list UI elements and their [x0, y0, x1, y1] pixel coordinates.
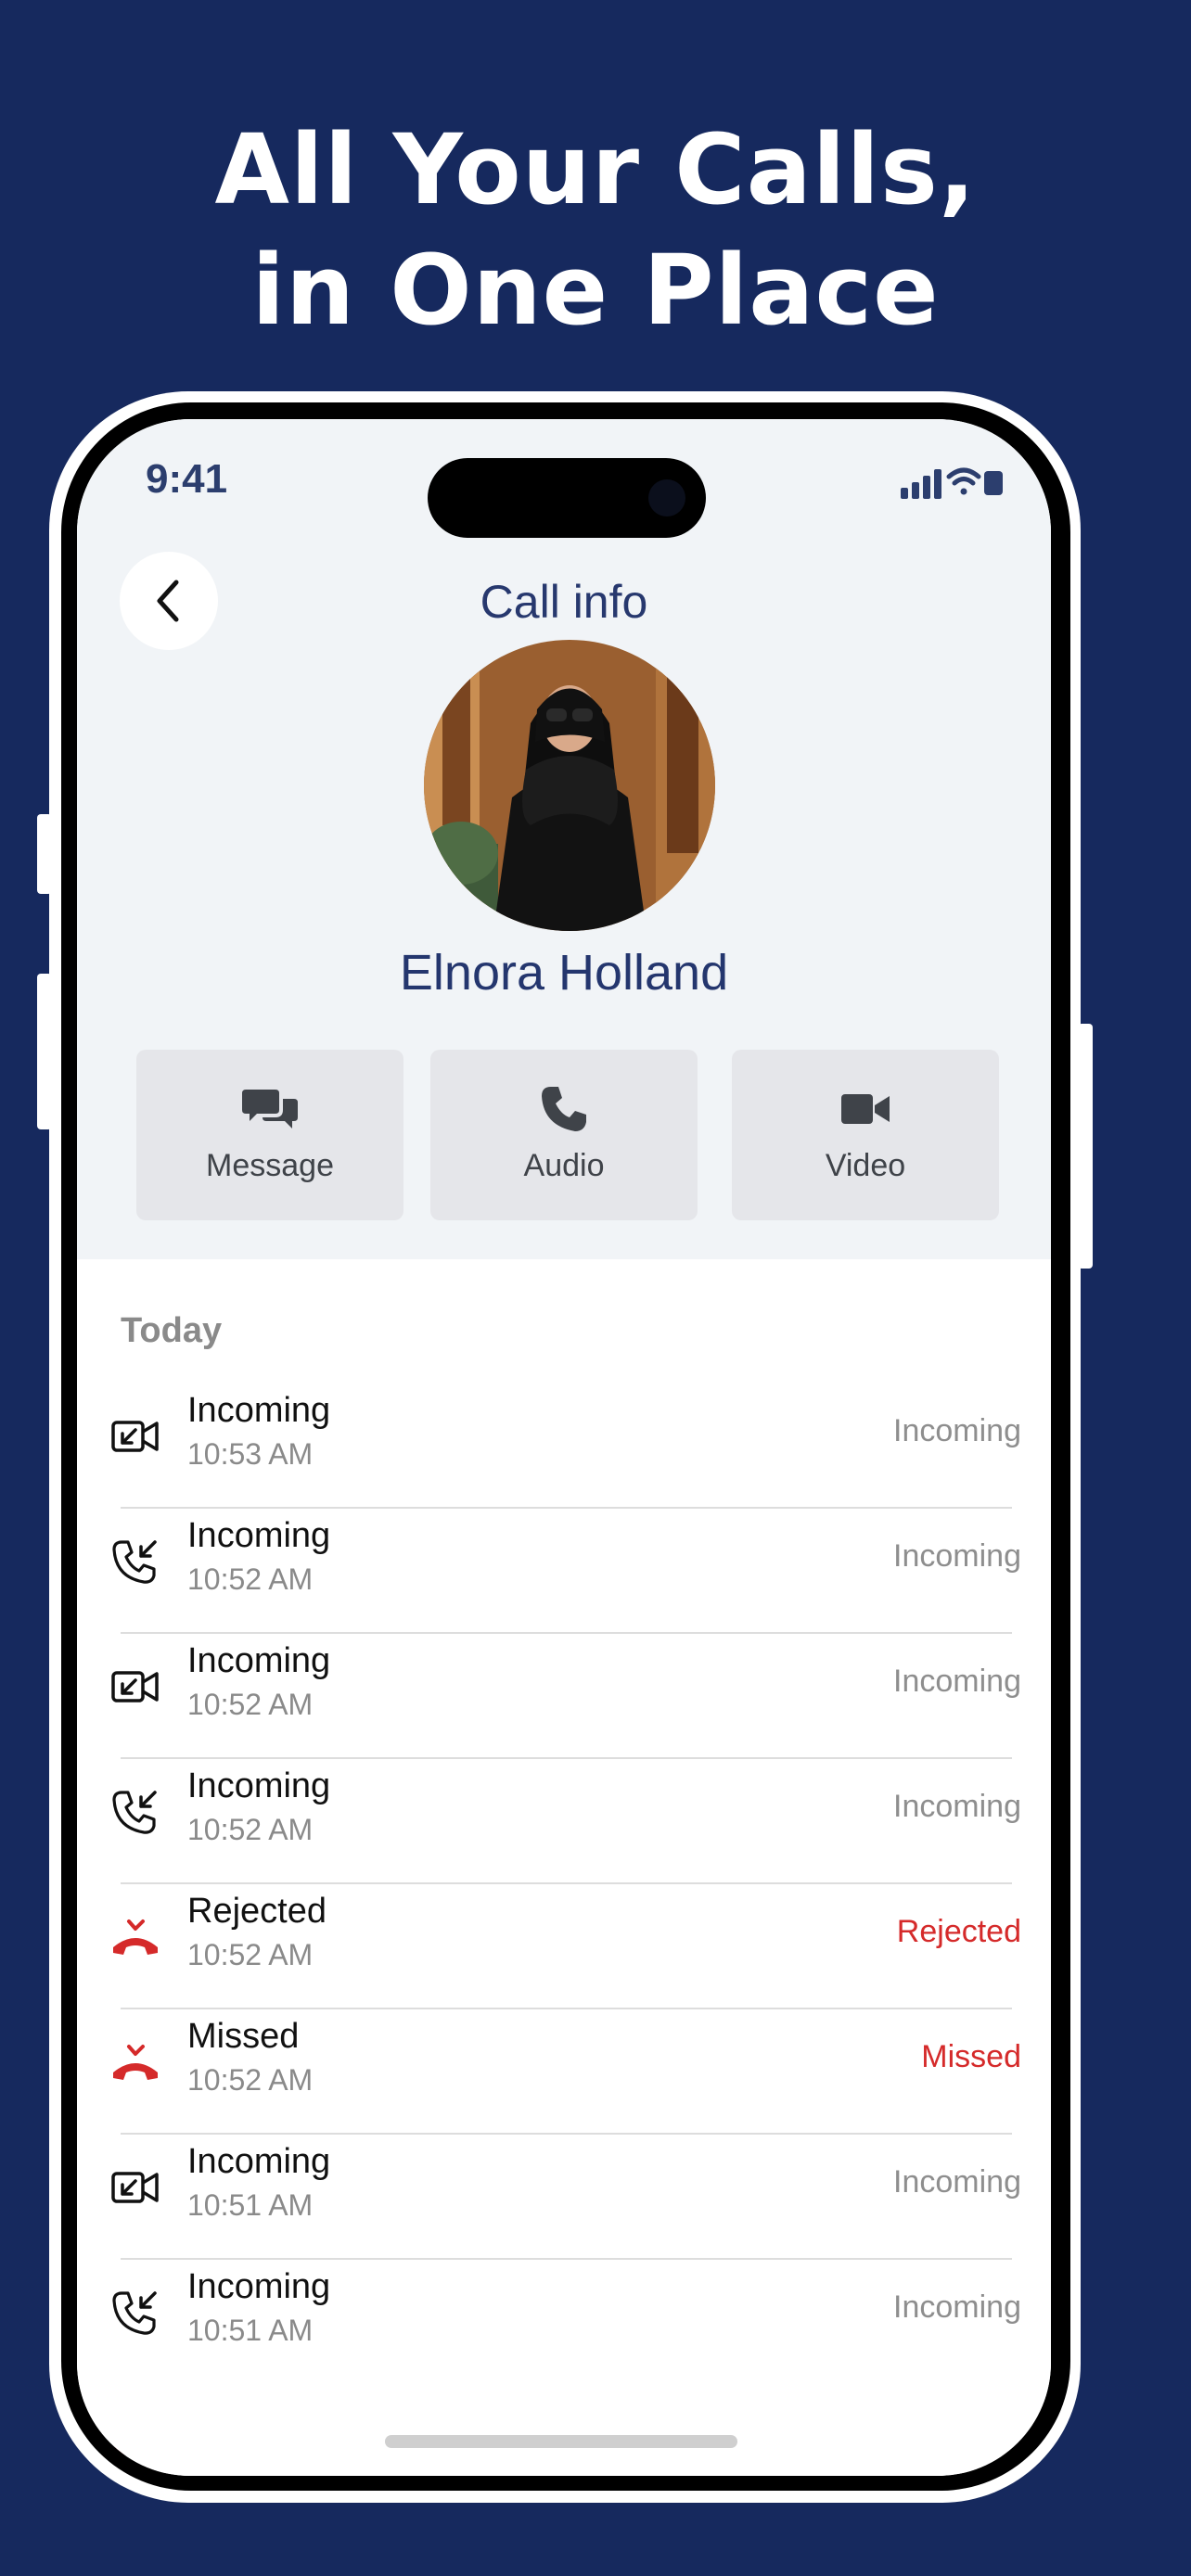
- call-row[interactable]: Incoming 10:52 AM Incoming: [77, 1634, 1051, 1759]
- call-time: 10:53 AM: [187, 1437, 314, 1471]
- call-time: 10:52 AM: [187, 2063, 314, 2097]
- call-title: Rejected: [187, 1892, 327, 1931]
- headline-line-2: in One Place: [251, 234, 940, 347]
- phone-icon: [430, 1083, 698, 1135]
- incoming-phone-call-icon: [110, 1787, 160, 1837]
- audio-button[interactable]: Audio: [430, 1050, 698, 1220]
- incoming-phone-call-icon: [110, 1537, 160, 1587]
- phone-side-button-left-1: [37, 814, 52, 894]
- dynamic-island: [428, 458, 706, 538]
- battery-icon: [984, 471, 1003, 495]
- call-time: 10:51 AM: [187, 2188, 314, 2222]
- call-status: Incoming: [893, 2289, 1021, 2325]
- call-title: Incoming: [187, 1641, 331, 1680]
- audio-button-label: Audio: [523, 1148, 605, 1183]
- incoming-video-call-icon: [110, 1411, 160, 1461]
- call-status: Missed: [921, 2039, 1021, 2074]
- phone-side-button-left-2: [37, 974, 52, 1129]
- contact-avatar: [424, 640, 715, 931]
- call-status: Incoming: [893, 1413, 1021, 1448]
- section-label-today: Today: [121, 1311, 223, 1350]
- status-icons: [901, 467, 1003, 499]
- phone-side-button-right: [1078, 1024, 1093, 1269]
- video-button[interactable]: Video: [732, 1050, 999, 1220]
- call-row[interactable]: Incoming 10:51 AM Incoming: [77, 2135, 1051, 2260]
- call-status: Incoming: [893, 1538, 1021, 1574]
- video-button-label: Video: [825, 1148, 906, 1183]
- incoming-video-call-icon: [110, 1662, 160, 1712]
- phone-screen: 9:41 Call info Elnora Holland Message Au…: [77, 419, 1051, 2476]
- rejected-call-icon: [110, 1912, 160, 1962]
- call-title: Missed: [187, 2017, 300, 2056]
- call-row[interactable]: Incoming 10:52 AM Incoming: [77, 1759, 1051, 1884]
- chat-bubbles-icon: [136, 1083, 403, 1135]
- incoming-video-call-icon: [110, 2162, 160, 2213]
- call-title: Incoming: [187, 1766, 331, 1805]
- call-row[interactable]: Incoming 10:52 AM Incoming: [77, 1509, 1051, 1634]
- bottom-fade: [77, 2355, 1051, 2476]
- call-row[interactable]: Incoming 10:53 AM Incoming: [77, 1384, 1051, 1509]
- call-time: 10:52 AM: [187, 1813, 314, 1846]
- call-title: Incoming: [187, 2142, 331, 2181]
- contact-actions: Message Audio Video: [136, 1050, 999, 1220]
- message-button[interactable]: Message: [136, 1050, 403, 1220]
- call-row[interactable]: Rejected 10:52 AM Rejected: [77, 1884, 1051, 2009]
- call-title: Incoming: [187, 2267, 331, 2306]
- call-status: Incoming: [893, 1664, 1021, 1699]
- page-title: Call info: [480, 576, 648, 628]
- signal-icon: [901, 469, 941, 499]
- home-indicator[interactable]: [385, 2435, 737, 2448]
- call-title: Incoming: [187, 1391, 331, 1430]
- call-status: Incoming: [893, 2164, 1021, 2200]
- wifi-icon: [946, 467, 981, 495]
- front-camera: [648, 479, 685, 516]
- video-camera-icon: [732, 1083, 999, 1135]
- headline-line-1: All Your Calls,: [214, 113, 977, 226]
- incoming-phone-call-icon: [110, 2288, 160, 2338]
- call-time: 10:51 AM: [187, 2314, 314, 2347]
- status-time: 9:41: [146, 456, 228, 502]
- contact-name: Elnora Holland: [399, 945, 729, 1001]
- missed-call-icon: [110, 2037, 160, 2087]
- headline: All Your Calls, in One Place: [0, 109, 1191, 351]
- call-time: 10:52 AM: [187, 1688, 314, 1721]
- message-button-label: Message: [206, 1148, 334, 1183]
- call-time: 10:52 AM: [187, 1938, 314, 1971]
- call-status: Incoming: [893, 1789, 1021, 1824]
- call-row[interactable]: Missed 10:52 AM Missed: [77, 2009, 1051, 2135]
- call-time: 10:52 AM: [187, 1562, 314, 1596]
- call-title: Incoming: [187, 1516, 331, 1555]
- call-status: Rejected: [896, 1914, 1021, 1949]
